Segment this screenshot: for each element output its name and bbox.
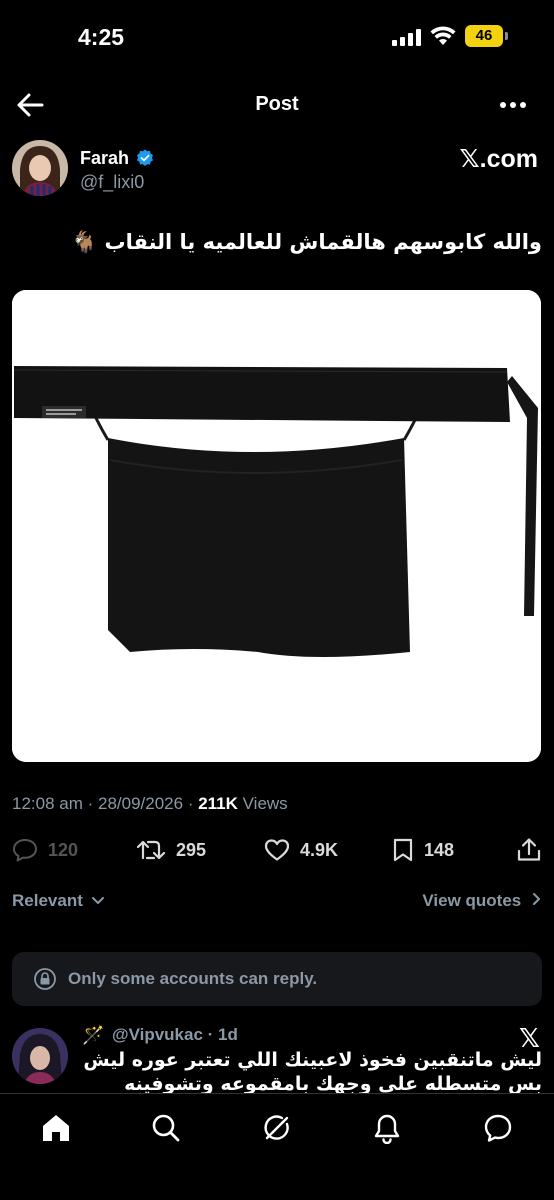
source-watermark: 𝕏.com: [459, 145, 539, 173]
author-avatar[interactable]: [12, 140, 68, 196]
grok-icon[interactable]: [261, 1112, 293, 1144]
bookmark-icon: [393, 838, 413, 862]
more-options-icon[interactable]: [498, 92, 528, 118]
reply-text: ليش ماتنقبين فخوذ لاعبينك اللي تعتبر عور…: [83, 1049, 542, 1098]
reply-item[interactable]: 🪄 @Vipvukac · 1d 𝕏 ليش ماتنقبين فخوذ لاع…: [0, 1022, 554, 1098]
share-icon: [517, 838, 541, 861]
views-count[interactable]: 211K: [198, 794, 238, 813]
reply-button[interactable]: 120: [12, 836, 78, 864]
notifications-bell-icon[interactable]: [371, 1112, 403, 1144]
tweet-meta: 12:08 am · 28/09/2026 · 211K Views: [12, 794, 288, 813]
magic-wand-badge: 🪄: [82, 1025, 105, 1045]
reply-count: 120: [48, 839, 79, 860]
reply-restriction-text: Only some accounts can reply.: [68, 969, 318, 988]
messages-icon[interactable]: [482, 1112, 514, 1144]
reply-avatar[interactable]: [12, 1028, 68, 1084]
tweet-actions: 120 295 4.9K 148: [0, 830, 554, 870]
cellular-signal-icon: [392, 29, 422, 46]
tweet-media-image[interactable]: [12, 290, 541, 762]
author-handle[interactable]: @f_lixi0: [80, 172, 144, 193]
lock-icon: [34, 968, 56, 990]
wifi-icon: [430, 26, 456, 45]
author-name[interactable]: Farah: [80, 148, 129, 169]
verified-badge-icon: [137, 149, 153, 166]
tweet-text: والله كابوسهم هالقماش للعالميه يا النقاب…: [71, 230, 542, 254]
share-button[interactable]: [516, 836, 542, 864]
reply-restriction-notice: Only some accounts can reply.: [12, 952, 542, 1006]
sort-label: Relevant: [12, 891, 83, 910]
bottom-tab-bar: [0, 1093, 554, 1200]
replies-filter-bar: Relevant View quotes: [12, 888, 542, 914]
reply-icon: [13, 839, 37, 862]
views-label: Views: [242, 794, 288, 813]
bookmark-button[interactable]: 148: [392, 836, 454, 864]
like-count: 4.9K: [300, 839, 339, 860]
bookmark-count: 148: [424, 839, 455, 860]
tweet-time: 12:08 am: [12, 794, 83, 813]
tweet-author: Farah @f_lixi0 𝕏.com: [12, 140, 542, 200]
tweet-date: 28/09/2026: [98, 794, 184, 813]
chevron-down-icon: [91, 897, 104, 904]
like-button[interactable]: 4.9K: [264, 836, 338, 864]
view-quotes-label: View quotes: [422, 891, 522, 910]
status-time: 4:25: [78, 24, 125, 50]
repost-count: 295: [176, 839, 207, 860]
reply-username[interactable]: @Vipvukac · 1d: [112, 1025, 238, 1045]
heart-icon: [264, 839, 290, 861]
battery-tip: [505, 32, 508, 40]
view-quotes-link[interactable]: View quotes: [422, 891, 542, 911]
repost-icon: [136, 840, 166, 860]
status-bar: 4:25 46: [0, 0, 554, 70]
search-icon[interactable]: [150, 1112, 182, 1144]
post-header: Post: [0, 80, 554, 130]
home-icon[interactable]: [40, 1112, 72, 1144]
page-title: Post: [255, 93, 299, 115]
battery-icon: 46: [465, 25, 503, 47]
chevron-right-icon: [533, 893, 540, 905]
sort-dropdown[interactable]: Relevant: [12, 891, 105, 911]
repost-button[interactable]: 295: [136, 836, 206, 864]
